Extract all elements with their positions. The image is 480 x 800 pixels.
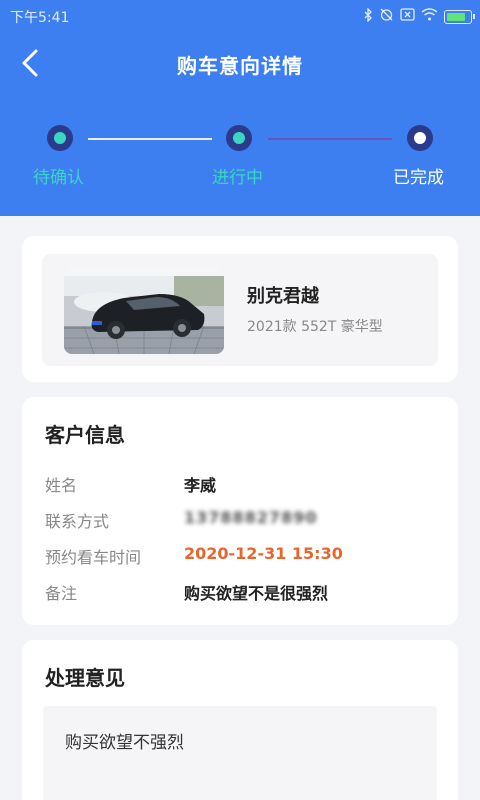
value-remark: 购买欲望不是很强烈 [184,584,329,603]
status-time: 下午5:41 [10,10,70,26]
car-card: 别克君越 2021款 552T 豪华型 [22,236,458,382]
alarm-off-icon [379,7,394,26]
label-appointment-time: 预约看车时间 [45,548,142,567]
sim-icon [400,8,415,25]
car-spec: 2021款 552T 豪华型 [247,319,383,335]
step-dot-in-progress [226,125,252,151]
battery-icon [444,9,475,24]
step-connector-1 [88,138,212,140]
value-appointment-time: 2020-12-31 15:30 [184,544,343,563]
page-title: 购车意向详情 [177,54,303,78]
step-label-pending: 待确认 [33,168,84,188]
car-name: 别克君越 [247,286,319,307]
label-remark: 备注 [45,584,78,603]
customer-info-card: 客户信息 姓名 李威 联系方式 13788827890 预约看车时间 2020-… [22,397,458,625]
step-dot-completed [407,125,433,151]
progress-stepper: 待确认 进行中 已完成 [0,120,480,190]
step-connector-2 [268,138,392,140]
value-name: 李威 [184,476,217,495]
step-label-in-progress: 进行中 [212,168,263,188]
status-bar: 下午5:41 [0,0,480,32]
wifi-icon [421,8,438,25]
opinion-textarea[interactable]: 购买欲望不强烈 [43,706,437,800]
value-contact[interactable]: 13788827890 [184,508,317,527]
bluetooth-icon [363,6,373,26]
handling-opinion-card: 处理意见 购买欲望不强烈 [22,640,458,800]
opinion-text: 购买欲望不强烈 [65,733,184,753]
section-title-opinion: 处理意见 [45,666,125,690]
section-title-customer: 客户信息 [45,423,125,447]
car-item[interactable]: 别克君越 2021款 552T 豪华型 [42,254,438,366]
header: 下午5:41 购车意向详情 待确认 进行中 已完成 [0,0,480,216]
status-icons [363,6,475,26]
car-photo [64,266,224,354]
step-dot-pending [47,125,73,151]
step-label-completed: 已完成 [393,168,444,188]
label-contact: 联系方式 [45,512,110,531]
label-name: 姓名 [45,476,78,495]
